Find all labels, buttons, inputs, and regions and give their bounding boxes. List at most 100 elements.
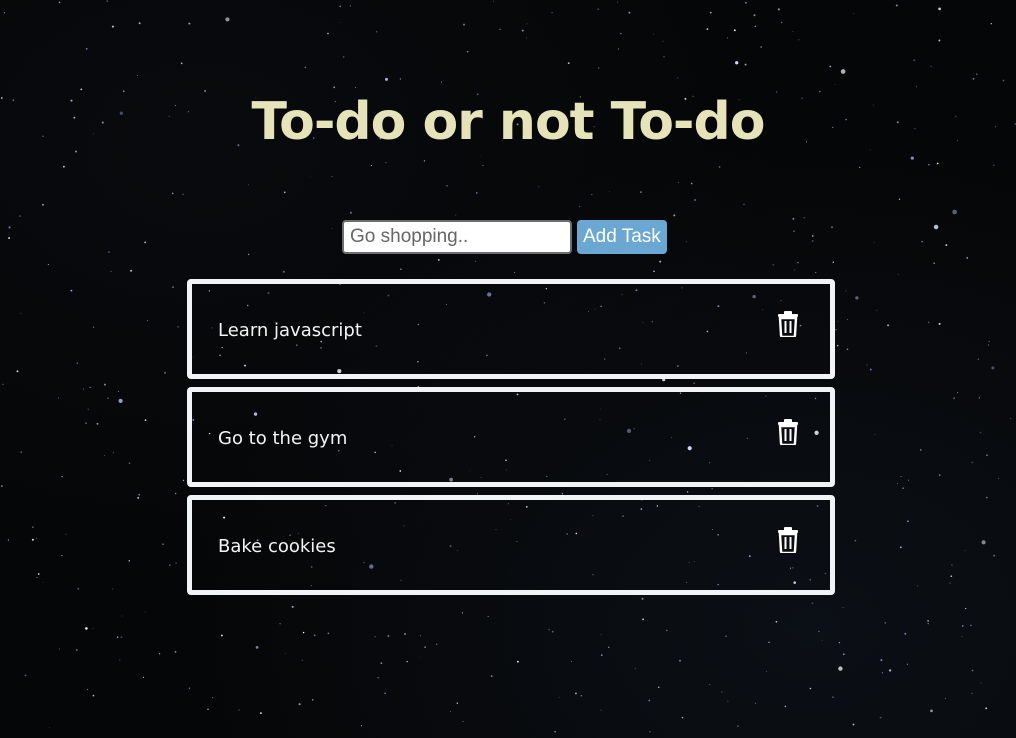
star bbox=[933, 262, 936, 265]
star bbox=[172, 286, 174, 288]
star bbox=[690, 182, 693, 185]
trash-icon[interactable] bbox=[777, 419, 803, 447]
star bbox=[653, 270, 655, 273]
star bbox=[938, 322, 941, 325]
star bbox=[475, 192, 478, 194]
star bbox=[327, 632, 330, 635]
star bbox=[375, 31, 378, 33]
star bbox=[455, 214, 457, 216]
star bbox=[927, 321, 930, 324]
star bbox=[112, 452, 115, 454]
star bbox=[945, 244, 948, 247]
star bbox=[119, 659, 121, 661]
star bbox=[75, 649, 78, 652]
star bbox=[727, 700, 729, 702]
star bbox=[898, 198, 901, 200]
star bbox=[598, 67, 600, 69]
star bbox=[31, 538, 34, 541]
star bbox=[424, 646, 426, 649]
trash-icon[interactable] bbox=[777, 527, 803, 555]
star bbox=[19, 215, 21, 217]
star bbox=[600, 709, 602, 711]
star bbox=[360, 725, 363, 727]
star bbox=[238, 709, 240, 711]
star bbox=[342, 56, 345, 58]
star bbox=[387, 635, 390, 637]
star bbox=[900, 546, 902, 549]
star bbox=[551, 630, 554, 633]
trash-icon[interactable] bbox=[777, 311, 803, 339]
star bbox=[663, 56, 665, 58]
star bbox=[65, 533, 67, 536]
star bbox=[648, 699, 651, 702]
task-input[interactable] bbox=[342, 220, 572, 254]
star bbox=[617, 1, 619, 3]
star bbox=[760, 46, 762, 48]
star bbox=[793, 230, 795, 233]
star bbox=[797, 261, 799, 264]
star bbox=[906, 663, 909, 665]
star bbox=[888, 669, 892, 672]
star bbox=[435, 643, 438, 646]
star bbox=[103, 455, 105, 457]
star bbox=[957, 392, 959, 394]
star bbox=[47, 264, 49, 265]
star bbox=[137, 75, 138, 76]
task-item: Go to the gym bbox=[187, 387, 835, 487]
star bbox=[349, 5, 352, 7]
star bbox=[721, 691, 723, 693]
star bbox=[803, 217, 805, 219]
star bbox=[188, 22, 191, 25]
star bbox=[818, 630, 820, 633]
star bbox=[304, 66, 307, 69]
add-task-form: Add Task bbox=[342, 220, 667, 254]
star bbox=[685, 241, 687, 243]
star bbox=[302, 631, 305, 634]
star bbox=[854, 539, 857, 542]
star bbox=[832, 261, 835, 264]
star bbox=[298, 703, 301, 706]
star bbox=[137, 496, 140, 499]
star bbox=[949, 582, 951, 584]
star bbox=[998, 477, 999, 479]
star bbox=[220, 634, 223, 637]
star bbox=[517, 660, 519, 663]
star bbox=[639, 191, 642, 194]
star bbox=[881, 672, 884, 674]
star bbox=[85, 48, 88, 50]
star bbox=[380, 662, 383, 665]
star bbox=[772, 263, 775, 266]
star bbox=[985, 707, 988, 710]
star bbox=[456, 702, 458, 704]
star bbox=[49, 727, 51, 728]
star bbox=[812, 235, 814, 237]
star bbox=[873, 242, 875, 243]
star bbox=[492, 0, 495, 2]
star bbox=[927, 623, 929, 625]
star bbox=[175, 562, 177, 564]
star bbox=[37, 573, 40, 575]
star bbox=[291, 605, 294, 608]
star bbox=[993, 164, 995, 166]
star bbox=[916, 585, 918, 587]
star bbox=[82, 388, 84, 390]
star bbox=[333, 86, 336, 89]
star bbox=[832, 696, 834, 698]
star bbox=[567, 62, 570, 64]
add-task-button[interactable]: Add Task bbox=[577, 220, 667, 254]
star bbox=[36, 576, 38, 579]
star bbox=[607, 646, 610, 649]
star bbox=[482, 164, 484, 166]
star bbox=[677, 77, 679, 79]
star bbox=[570, 660, 572, 663]
star bbox=[753, 14, 756, 17]
star bbox=[953, 397, 956, 400]
star bbox=[842, 653, 845, 656]
star bbox=[87, 688, 89, 690]
star bbox=[164, 372, 166, 374]
star bbox=[42, 203, 44, 206]
star bbox=[58, 648, 60, 650]
star bbox=[677, 182, 679, 184]
star bbox=[419, 635, 421, 637]
star bbox=[446, 185, 448, 187]
